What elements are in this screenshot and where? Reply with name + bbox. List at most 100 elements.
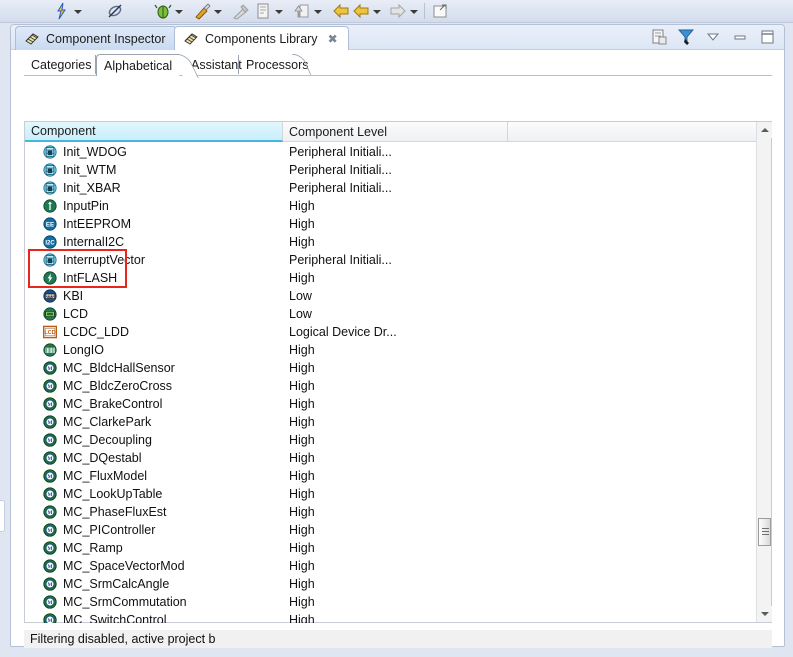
table-row[interactable]: M MC_LookUpTable High <box>25 485 756 503</box>
tab-components-library[interactable]: Components Library ✖ <box>174 26 349 51</box>
table-row[interactable]: I2C InternalI2C High <box>25 233 756 251</box>
cell-component-level: High <box>289 469 315 483</box>
table-row[interactable]: ■ InterruptVector Peripheral Initiali... <box>25 251 756 269</box>
table-row[interactable]: ■ Init_WTM Peripheral Initiali... <box>25 161 756 179</box>
component-name: IntFLASH <box>63 271 118 285</box>
components-library-view: Component Inspector Components Library ✖ <box>10 24 785 648</box>
document-dropdown-icon[interactable] <box>273 1 284 21</box>
status-bar: Filtering disabled, active project b <box>24 630 772 648</box>
cell-component: M MC_PIController <box>25 523 283 537</box>
debug-dropdown-icon[interactable] <box>72 1 83 21</box>
table-row[interactable]: M MC_BrakeControl High <box>25 395 756 413</box>
component-name: MC_BrakeControl <box>63 397 163 411</box>
table-row[interactable]: M MC_PIController High <box>25 521 756 539</box>
wrench-dropdown-icon[interactable] <box>212 1 223 21</box>
previous-dropdown-icon[interactable] <box>371 1 382 21</box>
table-row[interactable]: M MC_FluxModel High <box>25 467 756 485</box>
motor-control-icon: M <box>43 397 57 411</box>
table-row[interactable]: ■ Init_WDOG Peripheral Initiali... <box>25 143 756 161</box>
cell-component: M MC_SwitchControl <box>25 613 283 623</box>
debug-bug-icon[interactable] <box>153 1 173 21</box>
table-row[interactable]: LCD Low <box>25 305 756 323</box>
table-row[interactable]: KBI Low <box>25 287 756 305</box>
table-row[interactable]: M MC_DQestabl High <box>25 449 756 467</box>
filter-icon[interactable] <box>677 28 695 46</box>
forward-arrow-icon[interactable] <box>388 1 408 21</box>
table-row[interactable]: M MC_SrmCommutation High <box>25 593 756 611</box>
toolbar-export-group <box>292 0 323 23</box>
subtab-alphabetical[interactable]: Alphabetical <box>96 54 180 76</box>
svg-text:M: M <box>47 492 52 498</box>
cell-component-level: Logical Device Dr... <box>289 325 397 339</box>
cell-component-level: High <box>289 271 315 285</box>
table-row[interactable]: M MC_PhaseFluxEst High <box>25 503 756 521</box>
export-dropdown-icon[interactable] <box>312 1 323 21</box>
status-message: Filtering disabled, active project b <box>30 632 216 646</box>
maximize-icon[interactable] <box>758 28 776 46</box>
motor-control-icon: M <box>43 487 57 501</box>
up-arrow-doc-icon[interactable] <box>292 1 312 21</box>
debug-icon[interactable] <box>52 1 72 21</box>
minimize-icon[interactable] <box>731 28 749 46</box>
table-row[interactable]: M MC_BldcZeroCross High <box>25 377 756 395</box>
eeprom-icon: EE <box>43 217 57 231</box>
components-table: Component Component Level ■ Init_WDOG Peri… <box>24 121 772 623</box>
svg-text:M: M <box>47 618 52 623</box>
component-name: MC_SpaceVectorMod <box>63 559 185 573</box>
input-pin-icon <box>43 199 57 213</box>
cell-component: ■ Init_XBAR <box>25 181 283 195</box>
table-row[interactable]: M MC_ClarkePark High <box>25 413 756 431</box>
cell-component: M MC_PhaseFluxEst <box>25 505 283 519</box>
component-name: IntEEPROM <box>63 217 132 231</box>
document-icon[interactable] <box>253 1 273 21</box>
table-row[interactable]: InputPin High <box>25 197 756 215</box>
table-row[interactable]: M MC_SrmCalcAngle High <box>25 575 756 593</box>
toolbar-debug-group <box>52 0 83 23</box>
previous-arrow-icon[interactable] <box>351 1 371 21</box>
view-menu-icon[interactable] <box>650 28 668 46</box>
component-name: MC_Ramp <box>63 541 123 555</box>
table-row[interactable]: M MC_SwitchControl High <box>25 611 756 623</box>
hammer-icon[interactable] <box>231 1 251 21</box>
table-row[interactable]: ■ Init_XBAR Peripheral Initiali... <box>25 179 756 197</box>
cell-component: M MC_SrmCalcAngle <box>25 577 283 591</box>
view-tab-bar: Component Inspector Components Library ✖ <box>11 25 784 51</box>
main-toolbar <box>0 0 793 23</box>
disabled-pin-icon[interactable] <box>105 1 125 21</box>
table-row[interactable]: M MC_SpaceVectorMod High <box>25 557 756 575</box>
column-header-component[interactable]: Component <box>25 122 283 142</box>
close-icon[interactable]: ✖ <box>328 33 338 45</box>
cell-component: M MC_BldcZeroCross <box>25 379 283 393</box>
table-body[interactable]: ■ Init_WDOG Peripheral Initiali... ■ Init_WT… <box>25 143 756 623</box>
scrollbar-thumb[interactable] <box>758 518 771 546</box>
lcd-icon <box>43 307 57 321</box>
column-header-component-level[interactable]: Component Level <box>283 122 508 142</box>
cell-component: M MC_BrakeControl <box>25 397 283 411</box>
lcdc-ldd-icon: LCD <box>42 325 58 339</box>
component-name: InputPin <box>63 199 109 213</box>
scroll-down-icon[interactable] <box>757 606 772 622</box>
new-window-icon[interactable] <box>430 1 450 21</box>
wrench-icon[interactable] <box>192 1 212 21</box>
cell-component-level: High <box>289 523 315 537</box>
svg-text:LCD: LCD <box>44 330 55 336</box>
table-row[interactable]: IntFLASH High <box>25 269 756 287</box>
table-row[interactable]: EE IntEEPROM High <box>25 215 756 233</box>
component-name: MC_SrmCalcAngle <box>63 577 170 591</box>
view-menu-chevron-icon[interactable] <box>704 28 722 46</box>
table-row[interactable]: M MC_Ramp High <box>25 539 756 557</box>
column-header-spacer[interactable] <box>508 122 771 142</box>
component-name: MC_FluxModel <box>63 469 148 483</box>
tab-component-inspector[interactable]: Component Inspector <box>15 26 177 50</box>
table-row[interactable]: LongIO High <box>25 341 756 359</box>
vertical-scrollbar[interactable] <box>756 122 772 622</box>
subtab-categories[interactable]: Categories <box>24 54 98 76</box>
table-row[interactable]: LCD LCDC_LDD Logical Device Dr... <box>25 323 756 341</box>
bug-dropdown-icon[interactable] <box>173 1 184 21</box>
table-row[interactable]: M MC_Decoupling High <box>25 431 756 449</box>
scroll-up-icon[interactable] <box>757 122 772 138</box>
table-row[interactable]: M MC_BldcHallSensor High <box>25 359 756 377</box>
back-arrow-icon[interactable] <box>331 1 351 21</box>
toolbar-forward-group <box>388 0 419 23</box>
forward-dropdown-icon[interactable] <box>408 1 419 21</box>
